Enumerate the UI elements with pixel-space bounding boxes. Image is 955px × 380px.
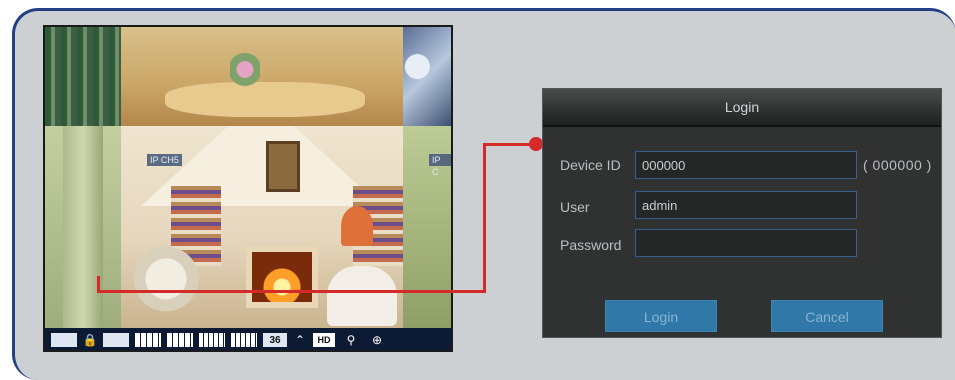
dialog-title: Login bbox=[543, 89, 941, 127]
snow-window bbox=[403, 27, 451, 126]
connector-line bbox=[97, 290, 486, 293]
fireplace bbox=[246, 246, 318, 308]
plant-wall bbox=[45, 27, 121, 126]
connector-dot bbox=[529, 137, 543, 151]
chevron-up-icon[interactable]: ⌃ bbox=[293, 333, 307, 347]
camera-tile-right[interactable]: IP C bbox=[403, 126, 451, 328]
lock-icon[interactable]: 🔒 bbox=[83, 333, 98, 347]
network-icon[interactable]: ⊕ bbox=[367, 333, 387, 347]
cancel-button[interactable]: Cancel bbox=[771, 300, 883, 332]
camera-tile-living-room[interactable]: IP CH5 bbox=[121, 126, 403, 328]
monitor-icon[interactable] bbox=[51, 333, 77, 347]
login-dialog: Login Device ID ( 000000 ) User Password… bbox=[542, 88, 942, 338]
device-id-input[interactable] bbox=[635, 151, 857, 179]
password-label: Password bbox=[560, 237, 622, 253]
dvr-toolbar: 🔒 36 ⌃ HD ⚲ ⊕ bbox=[45, 328, 451, 350]
device-id-hint: ( 000000 ) bbox=[863, 157, 932, 173]
camera-tile-hall[interactable] bbox=[45, 126, 121, 328]
hall-column bbox=[63, 126, 103, 328]
layout-1-icon[interactable] bbox=[103, 333, 129, 347]
lamp bbox=[341, 206, 373, 246]
layout-36-button[interactable]: 36 bbox=[263, 333, 287, 347]
search-camera-icon[interactable]: ⚲ bbox=[341, 333, 361, 347]
layout-16-icon[interactable] bbox=[199, 333, 225, 347]
layout-25-icon[interactable] bbox=[231, 333, 257, 347]
flower-vase bbox=[230, 47, 260, 92]
dvr-monitor: IP CH5 IP C 🔒 36 ⌃ HD ⚲ ⊕ bbox=[43, 25, 453, 352]
user-input[interactable] bbox=[635, 191, 857, 219]
channel-label: IP C bbox=[429, 154, 451, 177]
pampas-plant bbox=[131, 246, 201, 328]
device-id-label: Device ID bbox=[560, 157, 621, 173]
connector-line bbox=[483, 143, 486, 293]
login-button[interactable]: Login bbox=[605, 300, 717, 332]
dining-table bbox=[165, 82, 365, 117]
password-input[interactable] bbox=[635, 229, 857, 257]
user-label: User bbox=[560, 199, 590, 215]
armchair bbox=[327, 266, 397, 326]
channel-label: IP CH5 bbox=[147, 154, 182, 166]
hd-button[interactable]: HD bbox=[313, 333, 335, 347]
layout-4-icon[interactable] bbox=[135, 333, 161, 347]
camera-tile-dining[interactable] bbox=[45, 27, 451, 126]
layout-9-icon[interactable] bbox=[167, 333, 193, 347]
wall-picture bbox=[266, 141, 300, 192]
